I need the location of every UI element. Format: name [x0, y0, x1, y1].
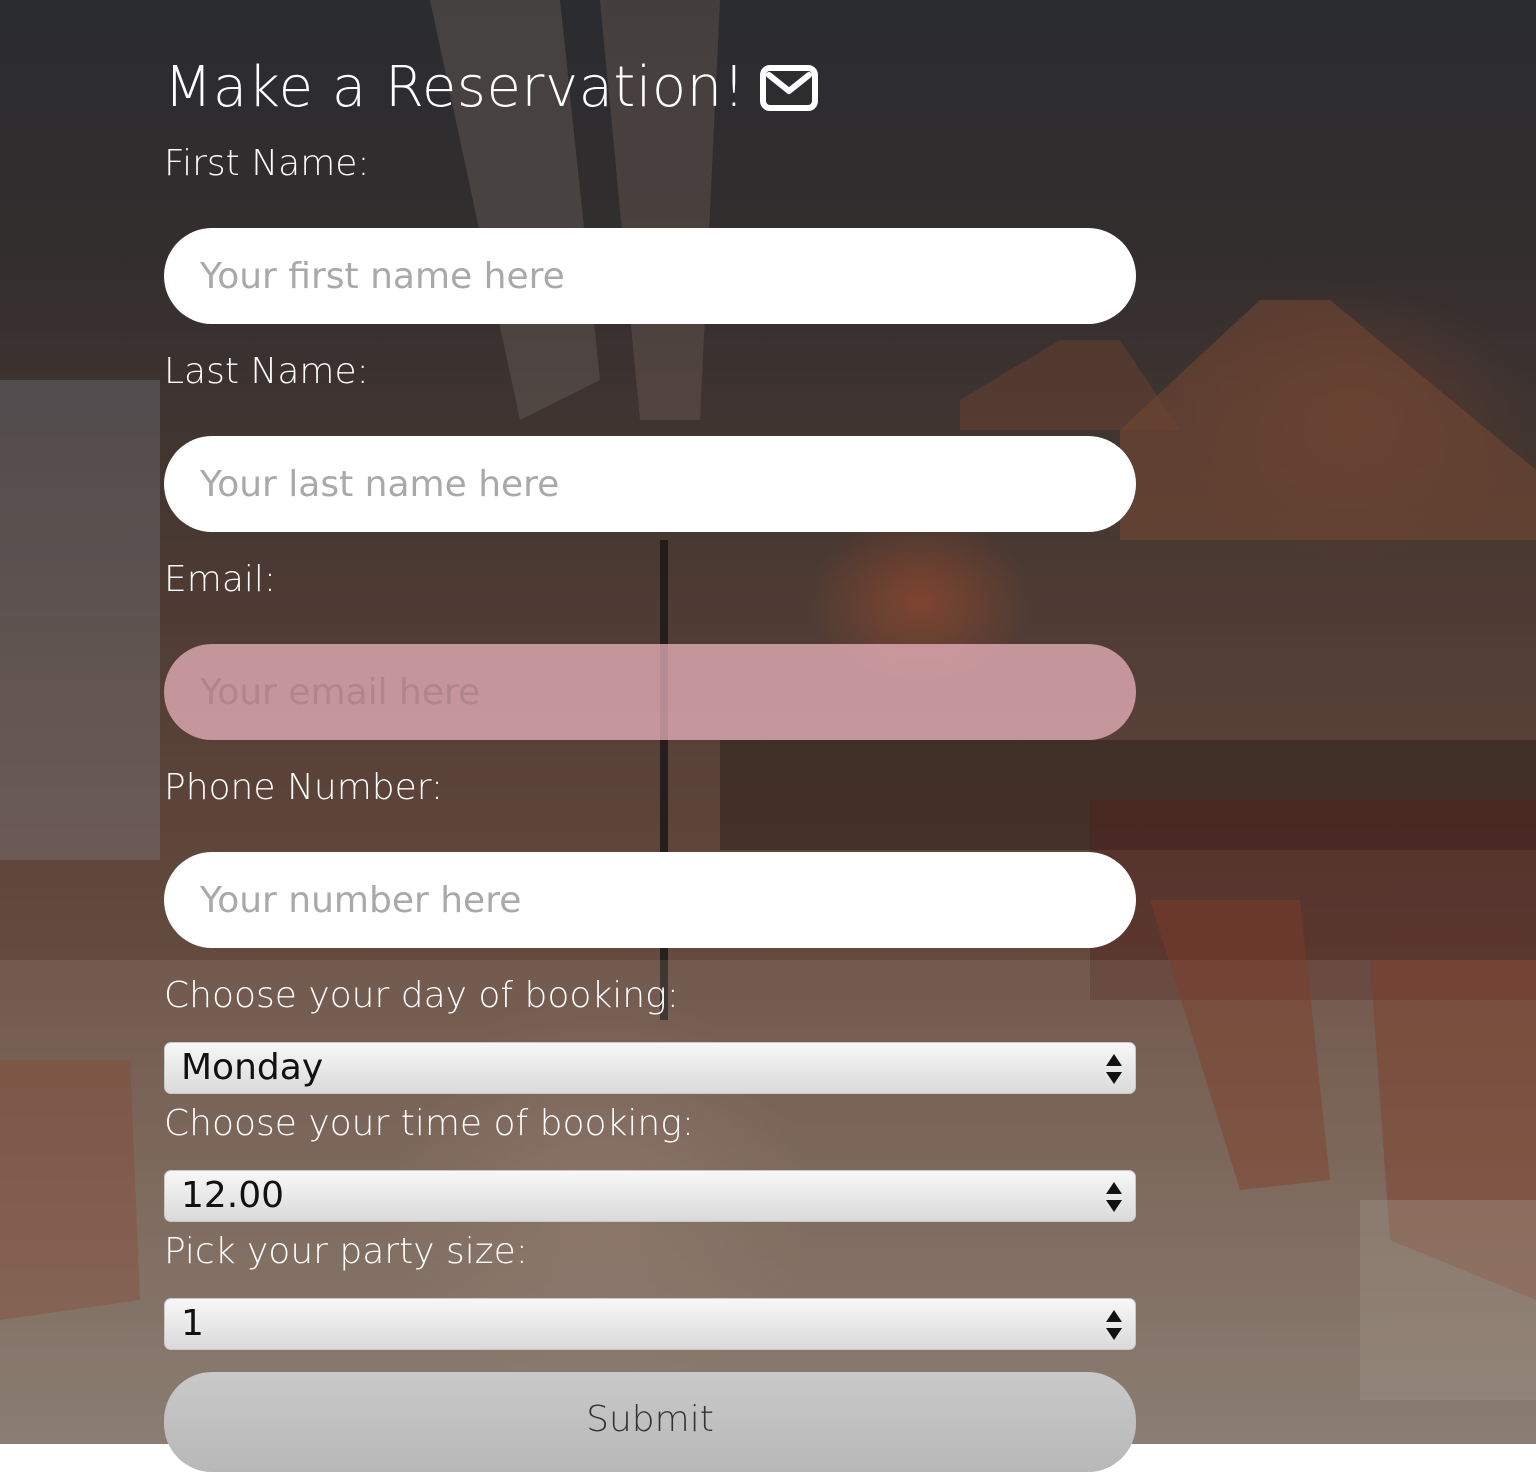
submit-button[interactable]: Submit	[164, 1372, 1136, 1472]
envelope-icon	[759, 65, 818, 111]
party-size-select-value: 1	[181, 1303, 204, 1344]
page-title-text: Make a Reservation!	[164, 55, 746, 120]
party-size-label: Pick your party size:	[164, 1231, 528, 1272]
first-name-input[interactable]	[164, 228, 1136, 324]
phone-input[interactable]	[164, 852, 1136, 948]
time-select-value: 12.00	[181, 1175, 285, 1216]
first-name-label: First Name:	[164, 143, 370, 184]
email-input[interactable]	[164, 644, 1136, 740]
select-arrows-icon	[1106, 1182, 1122, 1212]
day-select-value: Monday	[181, 1047, 324, 1088]
last-name-input[interactable]	[164, 436, 1136, 532]
select-arrows-icon	[1106, 1310, 1122, 1340]
last-name-label: Last Name:	[164, 351, 369, 392]
time-label: Choose your time of booking:	[164, 1103, 694, 1144]
day-select[interactable]: Monday	[164, 1042, 1136, 1094]
page-title: Make a Reservation!	[164, 56, 818, 120]
time-select[interactable]: 12.00	[164, 1170, 1136, 1222]
party-size-select[interactable]: 1	[164, 1298, 1136, 1350]
email-label: Email:	[164, 559, 277, 600]
phone-label: Phone Number:	[164, 767, 444, 808]
select-arrows-icon	[1106, 1054, 1122, 1084]
day-label: Choose your day of booking:	[164, 975, 679, 1016]
